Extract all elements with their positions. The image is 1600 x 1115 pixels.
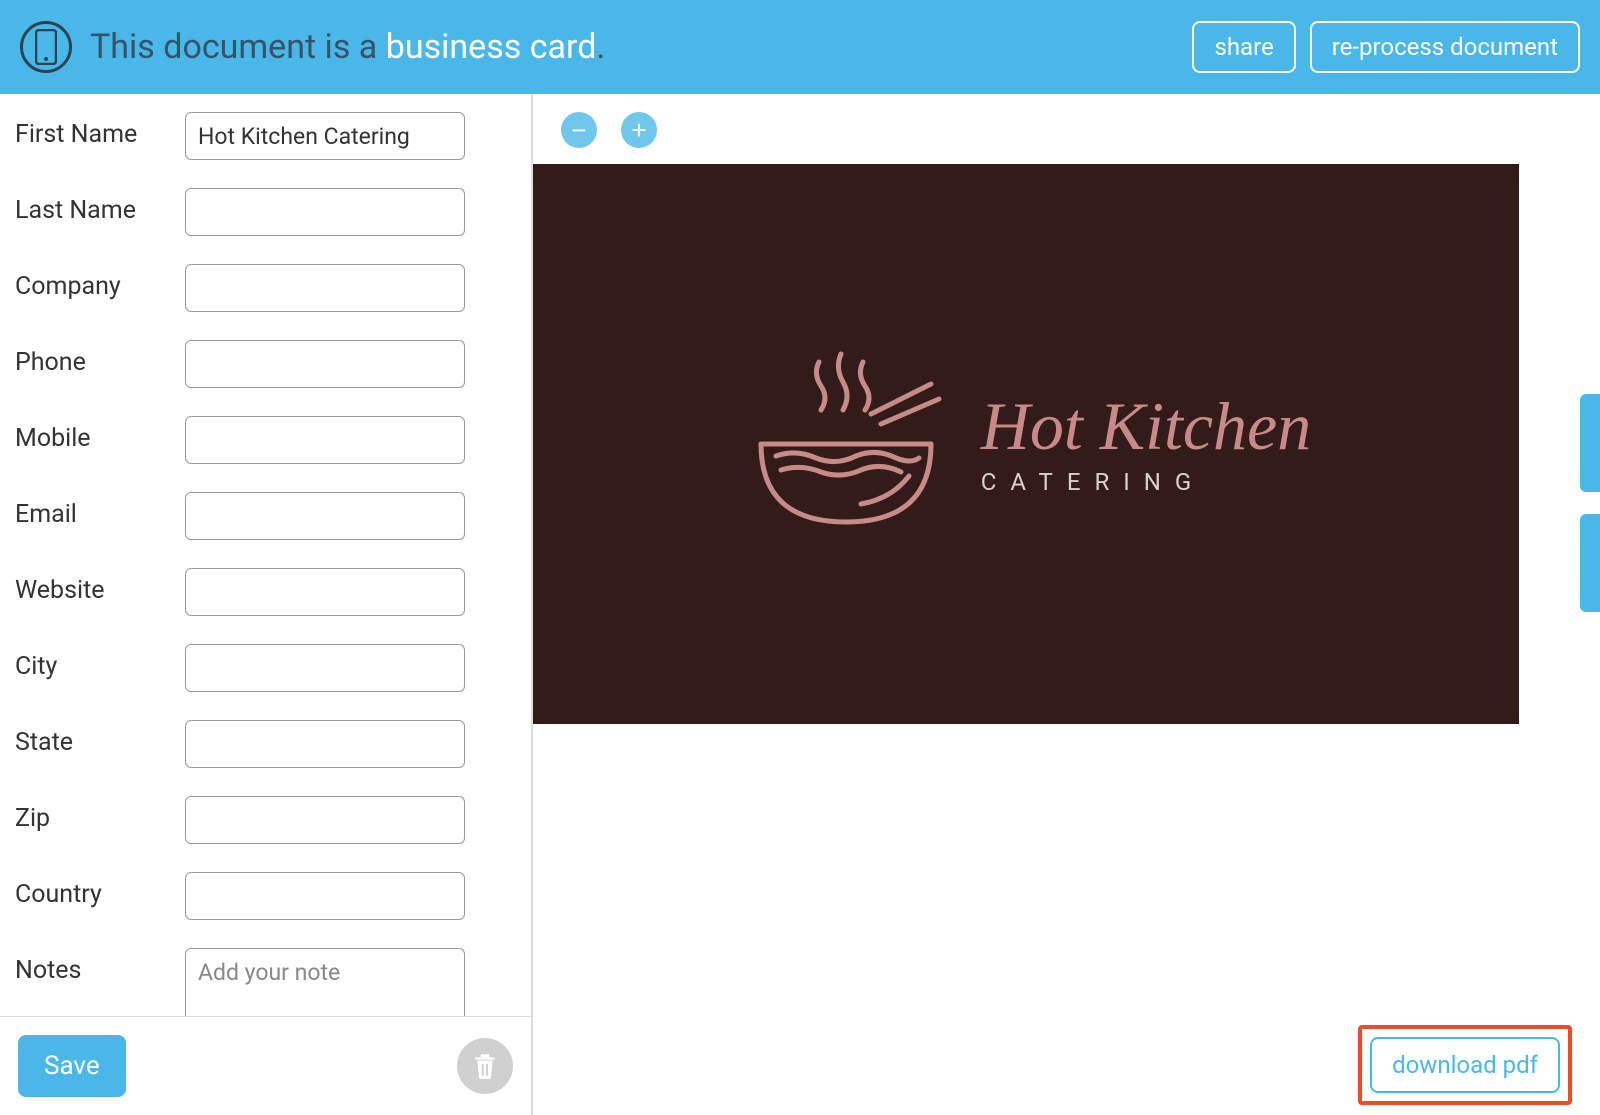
card-content: Hot Kitchen CATERING: [741, 344, 1312, 544]
state-field[interactable]: [185, 720, 465, 768]
field-label: Phone: [15, 340, 185, 377]
last-name-field[interactable]: [185, 188, 465, 236]
form-row: Zip: [15, 796, 516, 844]
field-label: Last Name: [15, 188, 185, 225]
bowl-icon: [741, 344, 951, 544]
header-bar: This document is a business card. share …: [0, 0, 1600, 94]
field-label: Website: [15, 568, 185, 605]
zip-field[interactable]: [185, 796, 465, 844]
first-name-field[interactable]: [185, 112, 465, 160]
download-pdf-button[interactable]: download pdf: [1370, 1037, 1560, 1093]
reprocess-button[interactable]: re-process document: [1310, 21, 1580, 73]
field-label: Mobile: [15, 416, 185, 453]
phone-icon: [20, 21, 72, 73]
zoom-controls: − +: [561, 112, 657, 148]
header-title: This document is a business card.: [90, 27, 605, 67]
side-tab-2[interactable]: [1580, 514, 1600, 612]
zoom-in-button[interactable]: +: [621, 112, 657, 148]
header-prefix: This document is a: [90, 27, 386, 67]
field-label: Company: [15, 264, 185, 301]
form-row: City: [15, 644, 516, 692]
city-field[interactable]: [185, 644, 465, 692]
form-row: Phone: [15, 340, 516, 388]
form-row: Mobile: [15, 416, 516, 464]
field-label: Notes: [15, 948, 185, 985]
preview-pane: − +: [533, 94, 1600, 1115]
header-actions: share re-process document: [1192, 21, 1580, 73]
country-field[interactable]: [185, 872, 465, 920]
phone-field[interactable]: [185, 340, 465, 388]
save-button[interactable]: Save: [18, 1035, 126, 1097]
field-label: Country: [15, 872, 185, 909]
form-row: Notes: [15, 948, 516, 1016]
card-subtitle: CATERING: [981, 468, 1312, 496]
zoom-out-button[interactable]: −: [561, 112, 597, 148]
side-tab-1[interactable]: [1580, 394, 1600, 492]
form-row: Last Name: [15, 188, 516, 236]
field-label: Email: [15, 492, 185, 529]
form-area: First Name Last Name Company Phone Mobile Ema…: [0, 94, 531, 1016]
mobile-field[interactable]: [185, 416, 465, 464]
company-field[interactable]: [185, 264, 465, 312]
form-row: Website: [15, 568, 516, 616]
email-field[interactable]: [185, 492, 465, 540]
field-label: First Name: [15, 112, 185, 149]
field-label: State: [15, 720, 185, 757]
download-highlight: download pdf: [1358, 1025, 1572, 1105]
notes-field[interactable]: [185, 948, 465, 1016]
trash-icon: [472, 1051, 498, 1081]
trash-button[interactable]: [457, 1038, 513, 1094]
form-row: Country: [15, 872, 516, 920]
header-doctype: business card: [386, 27, 597, 67]
form-row: Company: [15, 264, 516, 312]
card-title: Hot Kitchen: [981, 392, 1312, 460]
field-label: City: [15, 644, 185, 681]
form-row: State: [15, 720, 516, 768]
form-row: Email: [15, 492, 516, 540]
main-content: First Name Last Name Company Phone Mobile Ema…: [0, 94, 1600, 1115]
sidebar-footer: Save: [0, 1016, 531, 1115]
website-field[interactable]: [185, 568, 465, 616]
card-text: Hot Kitchen CATERING: [981, 392, 1312, 496]
business-card-preview: Hot Kitchen CATERING: [533, 164, 1519, 724]
field-label: Zip: [15, 796, 185, 833]
share-button[interactable]: share: [1192, 21, 1295, 73]
header-suffix: .: [596, 27, 605, 67]
form-row: First Name: [15, 112, 516, 160]
sidebar: First Name Last Name Company Phone Mobile Ema…: [0, 94, 533, 1115]
